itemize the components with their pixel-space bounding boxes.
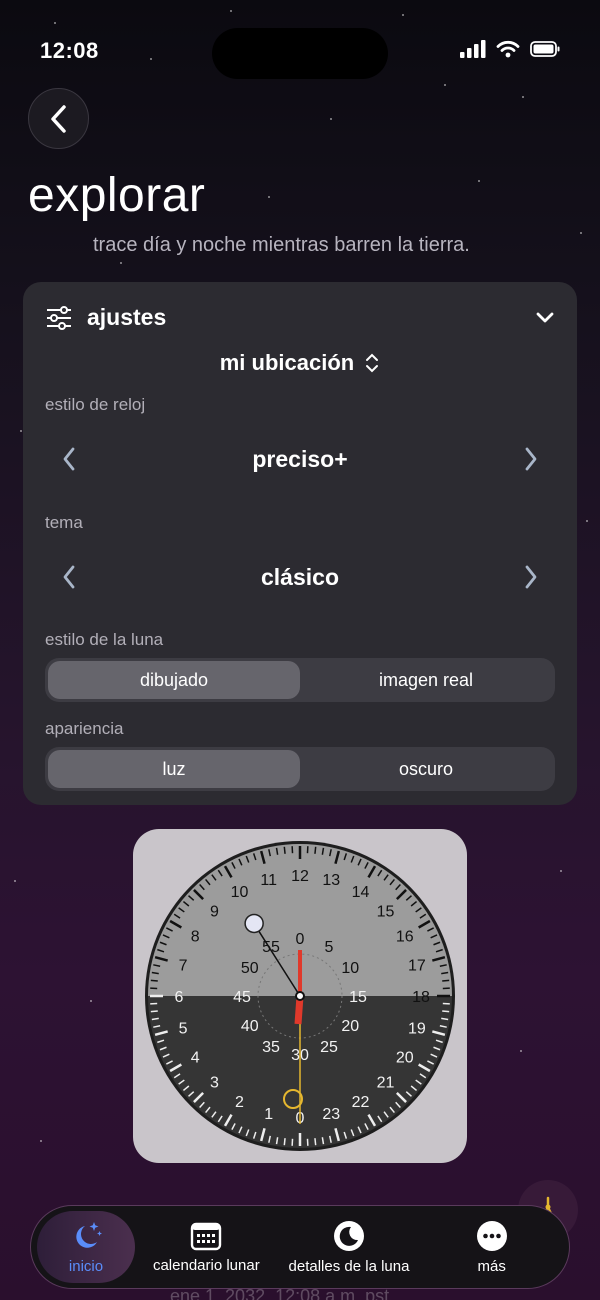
clock-hour-label: 5	[179, 1020, 188, 1037]
tab-label-detalles: detalles de la luna	[288, 1257, 410, 1275]
clock-hour-label: 12	[291, 868, 309, 885]
theme-value: clásico	[261, 564, 339, 590]
clock-hour-label: 15	[377, 903, 395, 920]
battery-icon	[530, 41, 560, 57]
clock-tick	[150, 979, 158, 982]
clock-minute-label: 10	[341, 960, 359, 977]
clock-minute-label: 5	[325, 939, 334, 956]
moon-icon	[334, 1220, 364, 1251]
clock-hour-label: 17	[408, 958, 426, 975]
clock-style-value: preciso+	[252, 446, 348, 472]
clock-hour-label: 2	[235, 1094, 244, 1111]
clock-hour-label: 14	[352, 884, 370, 901]
sliders-icon	[47, 305, 71, 330]
settings-header[interactable]: ajustes	[45, 304, 166, 331]
status-time: 12:08	[40, 38, 99, 63]
tab-bar: inicio calendario lunar detalles de la l…	[30, 1205, 570, 1289]
tab-calendario-lunar[interactable]: calendario lunar	[135, 1211, 278, 1283]
moon-style-option-drawn[interactable]: dibujado	[48, 661, 300, 699]
clock-hour-label: 9	[210, 903, 219, 920]
clock-minute-label: 0	[296, 931, 305, 948]
clock-tick	[150, 1010, 158, 1013]
wifi-icon	[496, 40, 520, 58]
chevron-up-down-icon	[366, 353, 379, 373]
more-icon	[476, 1220, 507, 1251]
clock-tick	[442, 1010, 450, 1013]
settings-panel: ajustes mi ubicación estilo de reloj pre…	[23, 282, 577, 805]
moon-stars-icon	[76, 1221, 102, 1248]
clock-hour-label: 13	[322, 872, 340, 889]
clock-hour-label: 22	[352, 1094, 370, 1111]
clock-center	[295, 991, 305, 1001]
location-selector[interactable]: mi ubicación	[23, 350, 577, 376]
status-bar: 12:08	[0, 0, 600, 100]
clock-tick	[314, 846, 317, 854]
clock-hour-label: 10	[231, 884, 249, 901]
clock-style-label: estilo de reloj	[45, 395, 146, 414]
signal-icon	[460, 40, 486, 58]
calendar-icon	[191, 1222, 222, 1250]
clock-hour-label: 3	[210, 1075, 219, 1092]
chevron-down-icon[interactable]	[535, 310, 555, 324]
clock-hour-label: 20	[396, 1050, 414, 1067]
clock-hour-label: 6	[175, 989, 184, 1006]
clock-tick	[442, 979, 450, 982]
clock-tick	[283, 1138, 286, 1146]
clock-hour-label: 1	[264, 1106, 273, 1123]
settings-title: ajustes	[87, 304, 167, 330]
page-title: explorar	[28, 169, 206, 222]
moon-style-segmented: dibujado imagen real	[45, 658, 555, 702]
clock-face: 0123456789101112131415161718192021222305…	[145, 841, 455, 1151]
clock-minute-label: 50	[241, 960, 259, 977]
clock-hour-label: 19	[408, 1020, 426, 1037]
tab-label-inicio: inicio	[68, 1257, 104, 1275]
status-icons	[460, 40, 560, 58]
clock-minute-label: 40	[241, 1018, 259, 1035]
tab-mas[interactable]: más	[420, 1211, 563, 1283]
location-label: mi ubicación	[219, 350, 355, 375]
theme-picker: clásico	[23, 558, 577, 598]
clock-hour-label: 7	[179, 958, 188, 975]
clock-hour-label: 16	[396, 929, 414, 946]
clock-minute-label: 25	[320, 1039, 338, 1056]
tab-label-calendario: calendario lunar	[152, 1256, 260, 1274]
clock-tick	[283, 846, 286, 854]
theme-label: tema	[45, 513, 83, 532]
appearance-segmented: luz oscuro	[45, 747, 555, 791]
clock-tick	[314, 1138, 317, 1146]
appearance-option-light[interactable]: luz	[48, 750, 300, 788]
clock-minute-label: 15	[349, 989, 367, 1006]
chevron-right-icon[interactable]	[523, 446, 539, 472]
chevron-right-icon[interactable]	[523, 564, 539, 590]
clock-style-picker: preciso+	[23, 440, 577, 480]
dynamic-island	[212, 28, 388, 79]
tab-label-mas: más	[477, 1257, 506, 1275]
clock-card[interactable]: 0123456789101112131415161718192021222305…	[133, 829, 467, 1163]
clock-minute-label: 35	[262, 1039, 280, 1056]
clock-hour-label: 4	[191, 1050, 200, 1067]
clock-minute-label: 45	[233, 989, 251, 1006]
clock-minute-label: 20	[341, 1018, 359, 1035]
moon-marker	[244, 913, 264, 934]
chevron-left-icon	[50, 104, 66, 133]
back-button[interactable]	[28, 88, 89, 149]
page-subtitle: trace día y noche mientras barren la tie…	[93, 234, 470, 256]
moon-style-option-real[interactable]: imagen real	[300, 661, 552, 699]
clock-hour-label: 23	[322, 1106, 340, 1123]
clock-hour-label: 18	[412, 989, 430, 1006]
clock-hour-label: 11	[260, 872, 277, 889]
clock-hour-label: 8	[191, 929, 200, 946]
tab-detalles-luna[interactable]: detalles de la luna	[278, 1211, 421, 1283]
tab-inicio[interactable]: inicio	[37, 1211, 135, 1283]
clock-hour-label: 21	[377, 1075, 395, 1092]
appearance-label: apariencia	[45, 719, 124, 738]
appearance-option-dark[interactable]: oscuro	[300, 750, 552, 788]
moon-style-label: estilo de la luna	[45, 630, 164, 649]
